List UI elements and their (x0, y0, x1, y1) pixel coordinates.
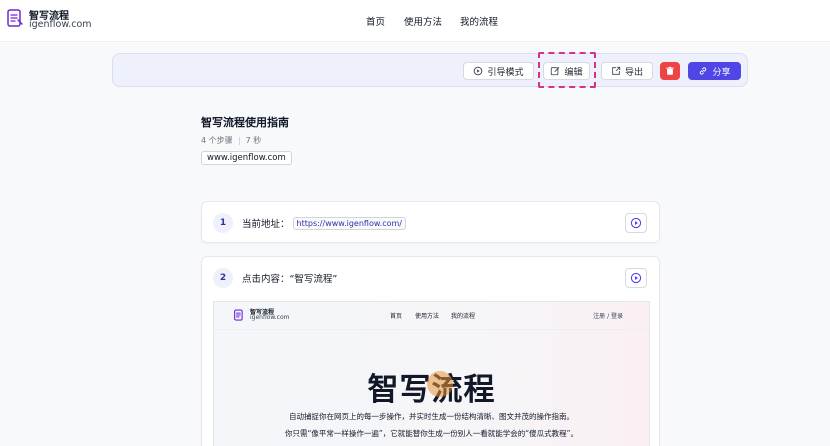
flow-meta: 4 个步骤 7 秒 (201, 135, 261, 146)
trash-icon (666, 66, 674, 75)
screenshot-description-line-1: 自动捕捉你在网页上的每一步操作，并实时生成一份结构清晰、图文并茂的操作指南。 (289, 412, 574, 421)
screenshot-nav-home: 首页 (390, 313, 403, 320)
export-label: 导出 (624, 67, 643, 78)
guide-play-icon (474, 66, 483, 76)
nav-my-flows[interactable]: 我的流程 (460, 14, 498, 28)
site-url-tag[interactable]: www.igenflow.com (201, 151, 292, 165)
step-label: 当前地址： https://www.igenflow.com/ (242, 216, 406, 230)
screenshot-brand-domain: igenflow.com (250, 314, 290, 321)
screenshot-description-line-2: 你只需“像平常一样操作一遍”，它就能替你生成一份别人一看就能学会的“傻瓜式教程”… (284, 429, 579, 438)
guide-play-icon (630, 217, 642, 229)
export-button[interactable]: 导出 (601, 62, 653, 80)
click-indicator (427, 371, 453, 397)
share-button[interactable]: 分享 (688, 62, 741, 80)
step-number: 2 (213, 268, 233, 288)
flow-duration: 7 秒 (245, 136, 262, 145)
step-guide-button[interactable] (625, 268, 647, 288)
step-screenshot: 智写流程 igenflow.com 首页 使用方法 我的流程 注册 / 登录 智… (213, 301, 650, 446)
top-navigation-bar: 智写流程 igenflow.com 首页 使用方法 我的流程 (0, 0, 830, 42)
link-icon (700, 67, 707, 75)
guide-mode-label: 引导模式 (487, 67, 524, 78)
brand-domain[interactable]: igenflow.com (29, 19, 92, 30)
step-guide-button[interactable] (625, 213, 647, 233)
step-card-2: 2 点击内容：“智写流程” 智写流程 igenflow.com 首页 使用方法 … (201, 256, 660, 446)
screenshot-header: 智写流程 igenflow.com 首页 使用方法 我的流程 注册 / 登录 (214, 302, 649, 330)
screenshot-login-link: 注册 / 登录 (593, 313, 623, 320)
guide-play-icon (630, 272, 642, 284)
guide-mode-button[interactable]: 引导模式 (463, 62, 534, 80)
screenshot-nav-my-flows: 我的流程 (451, 313, 476, 320)
steps-count: 4 个步骤 (201, 136, 233, 145)
flow-title: 智写流程使用指南 (201, 116, 289, 129)
step-label: 点击内容：“智写流程” (242, 271, 337, 285)
step-number: 1 (213, 213, 233, 233)
step-card-1: 1 当前地址： https://www.igenflow.com/ (201, 201, 660, 243)
flow-toolbar: 引导模式 编辑 导出 分享 (112, 53, 748, 87)
step-url-link[interactable]: https://www.igenflow.com/ (292, 216, 406, 230)
document-logo-icon (234, 309, 243, 321)
meta-divider (238, 136, 240, 145)
step-label-text: 点击内容：“智写流程” (242, 274, 338, 285)
share-label: 分享 (712, 67, 731, 78)
delete-button[interactable] (660, 62, 680, 80)
screenshot-nav-usage: 使用方法 (415, 313, 440, 320)
edit-button-highlight-frame (538, 52, 596, 88)
nav-usage[interactable]: 使用方法 (404, 14, 442, 28)
nav-home[interactable]: 首页 (366, 14, 385, 28)
export-icon (612, 66, 621, 75)
step-label-text: 当前地址： (242, 219, 290, 230)
document-logo-icon[interactable] (7, 9, 23, 27)
